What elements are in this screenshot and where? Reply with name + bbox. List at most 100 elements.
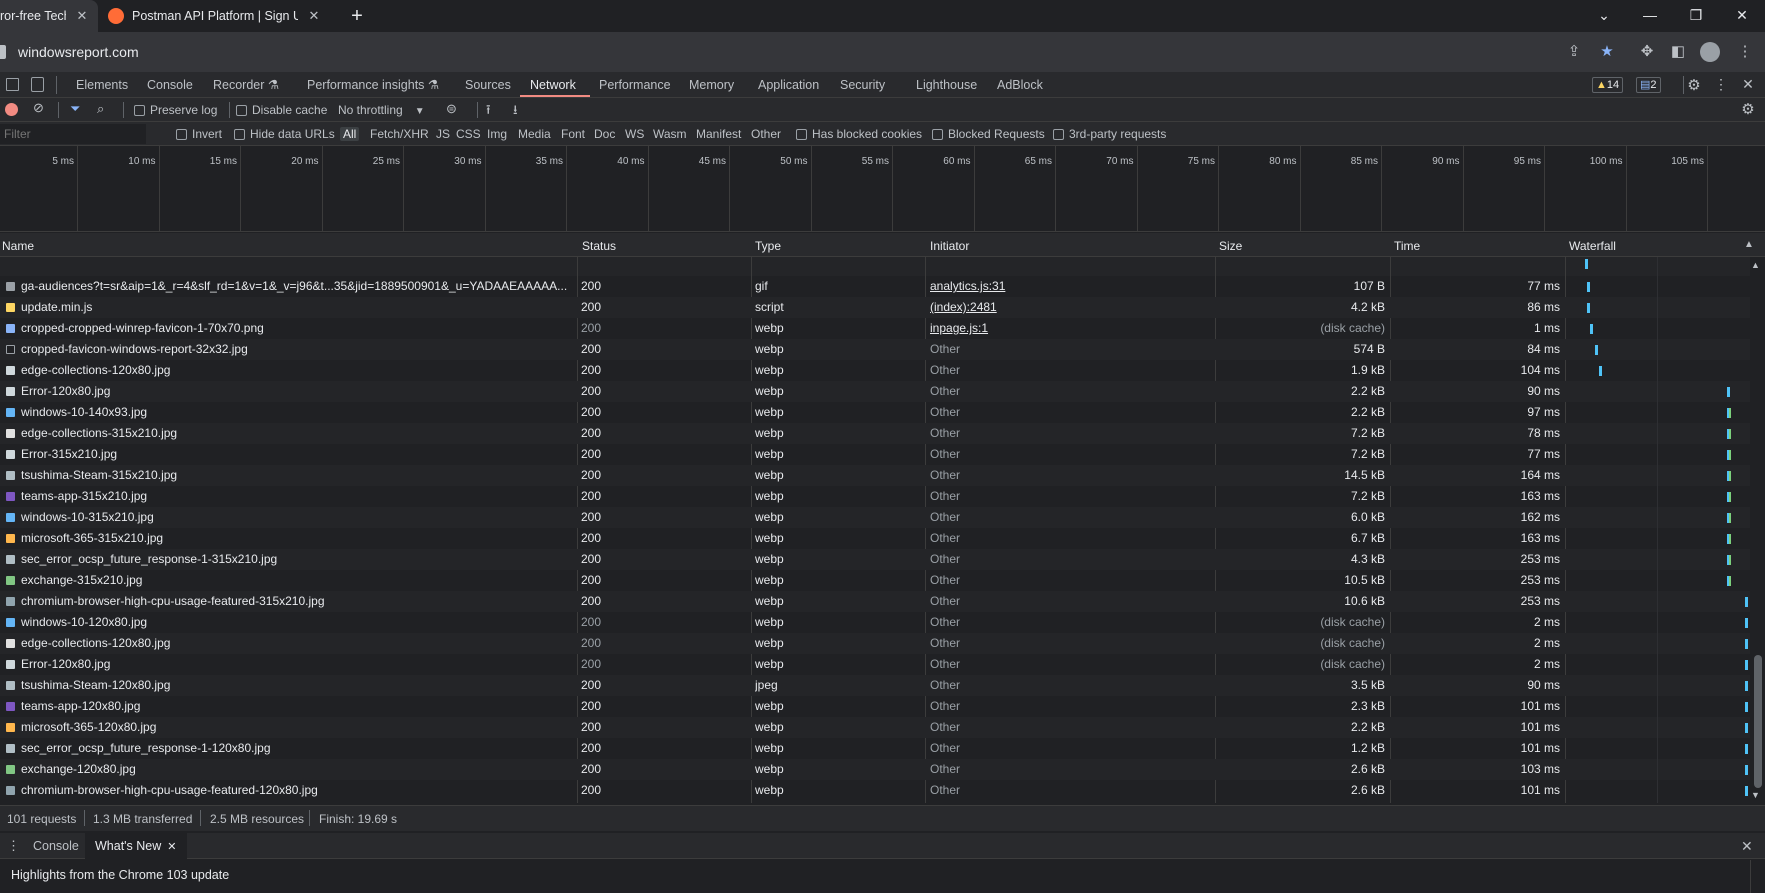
table-row[interactable]: windows-10-120x80.jpg 200 webp Other (disk c… xyxy=(0,612,1750,633)
device-toolbar-icon[interactable] xyxy=(31,77,44,92)
table-row[interactable]: teams-app-315x210.jpg 200 webp Other 7.2 kB 1… xyxy=(0,486,1750,507)
table-row[interactable]: exchange-315x210.jpg 200 webp Other 10.5 kB 2… xyxy=(0,570,1750,591)
table-row[interactable]: tsushima-Steam-315x210.jpg 200 webp Other 14… xyxy=(0,465,1750,486)
hide-data-urls-checkbox[interactable]: Hide data URLs xyxy=(234,127,335,141)
drawer-tab-console[interactable]: Console xyxy=(33,833,79,859)
bookmark-star-icon[interactable]: ★ xyxy=(1597,42,1617,62)
side-panel-icon[interactable]: ◧ xyxy=(1668,42,1688,62)
checkbox[interactable] xyxy=(234,129,245,141)
tab-application[interactable]: Application xyxy=(758,72,819,98)
checkbox[interactable] xyxy=(796,129,807,141)
close-icon[interactable]: ✕ xyxy=(74,8,90,24)
share-icon[interactable]: ⇪ xyxy=(1564,42,1584,62)
tab-performance-insights[interactable]: Performance insights ⚗ xyxy=(307,72,439,98)
checkbox[interactable] xyxy=(176,129,187,141)
table-row[interactable]: ga-audiences?t=sr&aip=1&_r=4&slf_rd=1&v=… xyxy=(0,276,1750,297)
filter-type-img[interactable]: Img xyxy=(487,127,507,141)
tab-adblock[interactable]: AdBlock xyxy=(997,72,1043,98)
record-icon[interactable] xyxy=(5,103,18,116)
drawer-menu-icon[interactable]: ⋮ xyxy=(7,838,20,854)
table-row[interactable]: windows-10-315x210.jpg 200 webp Other 6.0 kB… xyxy=(0,507,1750,528)
filter-type-other[interactable]: Other xyxy=(751,127,781,141)
table-row[interactable]: update.min.js 200 script (index):2481 4.2 kB… xyxy=(0,297,1750,318)
tab-performance[interactable]: Performance xyxy=(599,72,671,98)
table-row[interactable]: edge-collections-120x80.jpg 200 webp Other (… xyxy=(0,633,1750,654)
table-row[interactable]: tsushima-Steam-120x80.jpg 200 jpeg Other 3.5… xyxy=(0,675,1750,696)
url-text[interactable]: windowsreport.com xyxy=(18,44,139,60)
table-row[interactable]: Error-120x80.jpg 200 webp Other 2.2 kB 90 ms xyxy=(0,381,1750,402)
settings-gear-icon[interactable]: ⚙ xyxy=(1684,76,1704,94)
export-har-icon[interactable]: ⭳ xyxy=(513,101,518,123)
table-row[interactable]: microsoft-365-120x80.jpg 200 webp Other 2.2 … xyxy=(0,717,1750,738)
clear-icon[interactable]: ⊘ xyxy=(33,101,47,115)
filter-type-js[interactable]: JS xyxy=(436,127,450,141)
filter-type-manifest[interactable]: Manifest xyxy=(696,127,741,141)
tab-sources[interactable]: Sources xyxy=(465,72,511,98)
checkbox[interactable] xyxy=(932,129,943,141)
filter-type-doc[interactable]: Doc xyxy=(594,127,615,141)
table-row[interactable]: chromium-browser-high-cpu-usage-featured… xyxy=(0,591,1750,612)
table-row[interactable]: sec_error_ocsp_future_response-1-120x80.… xyxy=(0,738,1750,759)
search-icon[interactable]: ⌕ xyxy=(97,101,104,117)
has-blocked-cookies-checkbox[interactable]: Has blocked cookies xyxy=(796,127,922,141)
cell-initiator[interactable]: (index):2481 xyxy=(930,297,1210,318)
column-header-size[interactable]: Size xyxy=(1219,239,1242,253)
tab-memory[interactable]: Memory xyxy=(689,72,734,98)
scrollbar-thumb[interactable] xyxy=(1754,655,1762,788)
table-row[interactable]: windows-10-140x93.jpg 200 webp Other 2.2 kB 9… xyxy=(0,402,1750,423)
checkbox[interactable] xyxy=(1053,129,1064,141)
filter-type-media[interactable]: Media xyxy=(518,127,551,141)
column-header-initiator[interactable]: Initiator xyxy=(930,239,969,253)
table-row[interactable]: cropped-favicon-windows-report-32x32.jpg… xyxy=(0,339,1750,360)
scroll-up-arrow-icon[interactable]: ▲ xyxy=(1751,260,1760,270)
network-conditions-icon[interactable]: ⊜ xyxy=(446,101,457,117)
column-header-name[interactable]: Name xyxy=(2,239,34,253)
menu-kebab-icon[interactable]: ⋮ xyxy=(1735,42,1755,62)
cell-initiator[interactable]: inpage.js:1 xyxy=(930,318,1210,339)
close-icon[interactable]: ✕ xyxy=(167,841,176,853)
table-row[interactable]: teams-app-120x80.jpg 200 webp Other 2.3 kB 10… xyxy=(0,696,1750,717)
cell-initiator[interactable]: analytics.js:31 xyxy=(930,276,1210,297)
blocked-requests-checkbox[interactable]: Blocked Requests xyxy=(932,127,1045,141)
column-header-waterfall[interactable]: Waterfall xyxy=(1569,239,1616,253)
devtools-close-icon[interactable]: ✕ xyxy=(1738,76,1758,93)
filter-type-ws[interactable]: WS xyxy=(625,127,644,141)
drawer-close-icon[interactable]: ✕ xyxy=(1741,838,1753,855)
warnings-badge[interactable]: ▲14 xyxy=(1592,77,1624,93)
table-row[interactable]: chromium-browser-high-cpu-usage-featured… xyxy=(0,780,1750,801)
scroll-down-arrow-icon[interactable]: ▼ xyxy=(1751,790,1760,800)
table-row[interactable]: Error-120x80.jpg 200 webp Other (disk cache)… xyxy=(0,654,1750,675)
lock-icon[interactable] xyxy=(0,45,6,59)
browser-tab-postman[interactable]: Postman API Platform | Sign Up for Free … xyxy=(98,0,330,32)
filter-type-font[interactable]: Font xyxy=(561,127,585,141)
table-row[interactable]: sec_error_ocsp_future_response-1-315x210… xyxy=(0,549,1750,570)
throttling-select[interactable]: No throttling ▼ xyxy=(338,103,425,117)
network-settings-gear-icon[interactable]: ⚙ xyxy=(1738,100,1758,118)
checkbox[interactable] xyxy=(134,105,145,117)
new-tab-button[interactable]: + xyxy=(345,4,369,28)
inspect-element-icon[interactable] xyxy=(6,78,19,91)
filter-input[interactable] xyxy=(0,124,146,144)
window-close-icon[interactable]: ✕ xyxy=(1719,0,1765,32)
disable-cache-checkbox[interactable]: Disable cache xyxy=(236,103,327,117)
table-row[interactable]: edge-collections-120x80.jpg 200 webp Other 1… xyxy=(0,360,1750,381)
filter-type-wasm[interactable]: Wasm xyxy=(653,127,687,141)
column-header-time[interactable]: Time xyxy=(1394,239,1420,253)
messages-badge[interactable]: ▤2 xyxy=(1636,77,1661,93)
import-har-icon[interactable]: ⭱ xyxy=(486,101,491,123)
column-header-type[interactable]: Type xyxy=(755,239,781,253)
table-row[interactable] xyxy=(0,257,1750,276)
checkbox[interactable] xyxy=(236,105,247,117)
tab-elements[interactable]: Elements xyxy=(76,72,128,98)
tab-recorder[interactable]: Recorder ⚗ xyxy=(213,72,279,98)
extensions-icon[interactable]: ✥ xyxy=(1637,42,1657,62)
devtools-menu-icon[interactable]: ⋮ xyxy=(1711,76,1731,93)
browser-tab[interactable]: ror-free Tech ✕ xyxy=(0,0,98,32)
invert-checkbox[interactable]: Invert xyxy=(176,127,222,141)
table-row[interactable]: cropped-cropped-winrep-favicon-1-70x70.p… xyxy=(0,318,1750,339)
preserve-log-checkbox[interactable]: Preserve log xyxy=(134,103,217,117)
filter-type-fetch-xhr[interactable]: Fetch/XHR xyxy=(370,127,429,141)
table-row[interactable]: Error-315x210.jpg 200 webp Other 7.2 kB 77 ms xyxy=(0,444,1750,465)
drawer-tab-whats-new[interactable]: What's New ✕ xyxy=(85,833,187,859)
column-header-status[interactable]: Status xyxy=(582,239,616,253)
